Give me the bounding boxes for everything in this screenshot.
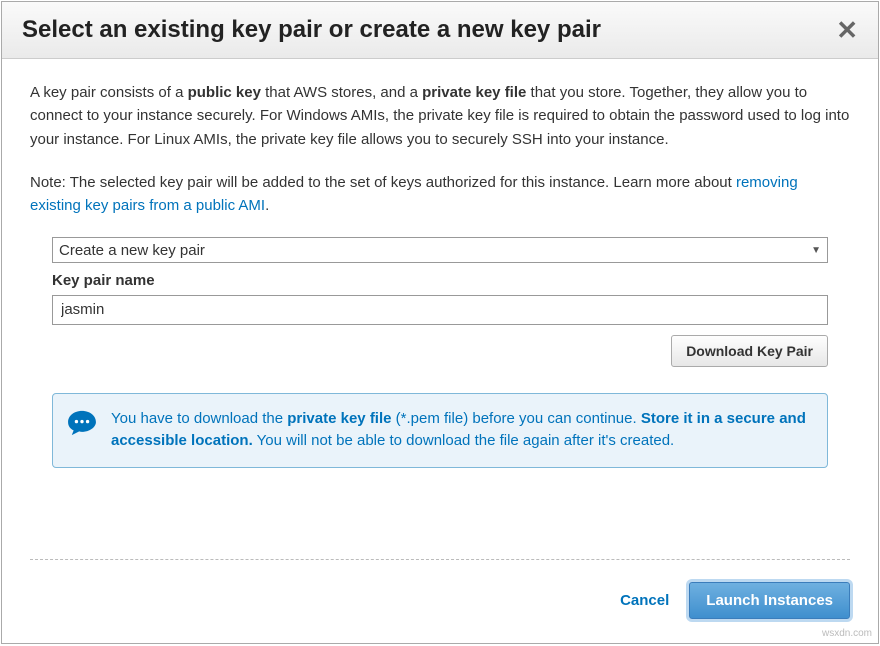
desc-text: A key pair consists of a [30, 84, 188, 101]
alert-part: (*.pem file) before you can continue. [392, 410, 641, 427]
description-paragraph: A key pair consists of a public key that… [30, 81, 850, 151]
desc-bold-public-key: public key [188, 84, 261, 101]
modal-body: A key pair consists of a public key that… [2, 59, 878, 539]
close-icon[interactable]: ✕ [836, 17, 858, 43]
note-text: Note: The selected key pair will be adde… [30, 174, 736, 191]
key-pair-modal: Select an existing key pair or create a … [1, 1, 879, 644]
modal-title: Select an existing key pair or create a … [22, 16, 601, 44]
desc-text: that AWS stores, and a [261, 84, 422, 101]
note-paragraph: Note: The selected key pair will be adde… [30, 171, 850, 218]
note-text: . [265, 197, 269, 214]
modal-header: Select an existing key pair or create a … [2, 2, 878, 59]
alert-bold-private-key-file: private key file [287, 410, 391, 427]
info-chat-icon [67, 410, 97, 436]
download-row: Download Key Pair [52, 335, 828, 367]
form-block: Create a new key pair ▼ Key pair name Do… [30, 237, 850, 467]
chevron-down-icon: ▼ [811, 243, 821, 259]
launch-instances-button[interactable]: Launch Instances [689, 582, 850, 619]
info-alert: You have to download the private key fil… [52, 393, 828, 468]
key-pair-name-label: Key pair name [52, 269, 828, 292]
download-key-pair-button[interactable]: Download Key Pair [671, 335, 828, 367]
modal-footer: Cancel Launch Instances [30, 559, 850, 643]
desc-bold-private-key-file: private key file [422, 84, 526, 101]
key-pair-option-select[interactable]: Create a new key pair ▼ [52, 237, 828, 263]
select-value: Create a new key pair [59, 239, 205, 262]
key-pair-name-input[interactable] [52, 295, 828, 325]
watermark-text: wsxdn.com [822, 628, 872, 639]
cancel-button[interactable]: Cancel [620, 592, 669, 609]
alert-part: You will not be able to download the fil… [253, 432, 674, 449]
alert-text: You have to download the private key fil… [111, 408, 809, 453]
alert-part: You have to download the [111, 410, 287, 427]
